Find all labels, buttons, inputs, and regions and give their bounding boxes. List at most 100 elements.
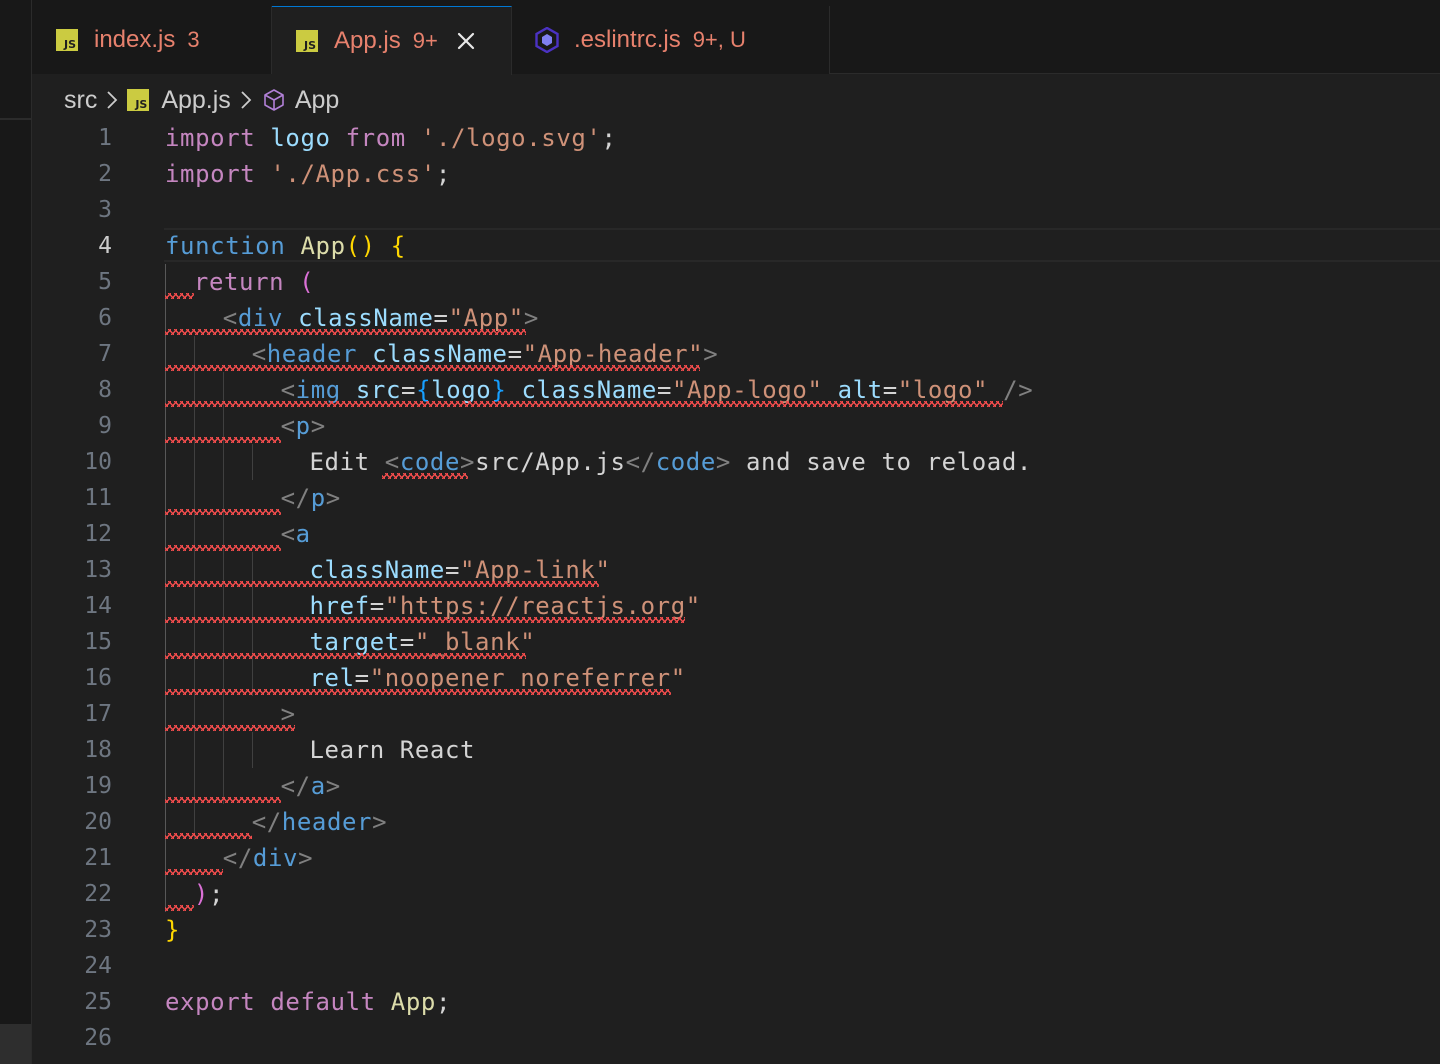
line-number[interactable]: 3 — [32, 192, 112, 228]
code-token: () — [345, 232, 376, 260]
code-line[interactable]: 21 </div> — [32, 840, 1440, 876]
error-squiggle[interactable] — [165, 545, 281, 551]
code-token: className — [521, 376, 657, 404]
code-line[interactable]: 2 import './App.css'; — [32, 156, 1440, 192]
line-number[interactable]: 7 — [32, 336, 112, 372]
code-token: < — [280, 376, 296, 404]
code-text: Learn React — [310, 732, 476, 768]
error-squiggle[interactable] — [165, 329, 527, 335]
error-squiggle[interactable] — [165, 905, 194, 911]
code-line[interactable]: 4 function App() { — [32, 228, 1440, 264]
code-line[interactable]: 17 > — [32, 696, 1440, 732]
line-number[interactable]: 12 — [32, 516, 112, 552]
breadcrumb-file[interactable]: App.js — [161, 86, 230, 115]
line-number[interactable]: 9 — [32, 408, 112, 444]
tab-eslintrc-js[interactable]: .eslintrc.js 9+, U — [512, 6, 830, 74]
line-number[interactable]: 11 — [32, 480, 112, 516]
code-token: className — [309, 556, 445, 584]
line-number[interactable]: 8 — [32, 372, 112, 408]
error-squiggle[interactable] — [165, 509, 281, 515]
line-number[interactable]: 2 — [32, 156, 112, 192]
code-token: Learn React — [309, 736, 476, 764]
code-line[interactable]: 11 </p> — [32, 480, 1440, 516]
code-token: = — [882, 376, 898, 404]
line-number[interactable]: 5 — [32, 264, 112, 300]
code-token: ; — [435, 160, 451, 188]
code-line[interactable]: 7 <header className="App-header"> — [32, 336, 1440, 372]
code-editor[interactable]: 1 import logo from './logo.svg'; 2 import '… — [32, 120, 1440, 1064]
error-squiggle[interactable] — [165, 869, 223, 875]
line-number[interactable]: 1 — [32, 120, 112, 156]
line-number[interactable]: 23 — [32, 912, 112, 948]
code-token: = — [401, 376, 417, 404]
error-squiggle[interactable] — [165, 617, 686, 623]
line-number[interactable]: 4 — [32, 228, 112, 264]
error-squiggle[interactable] — [165, 581, 599, 587]
editor-window: JS index.js 3 JS App.js 9+ .eslintrc.js … — [0, 0, 1440, 1064]
code-line[interactable]: 26 — [32, 1020, 1440, 1056]
tab-index-js[interactable]: JS index.js 3 — [32, 6, 272, 74]
line-number[interactable]: 10 — [32, 444, 112, 480]
code-line[interactable]: 23} — [32, 912, 1440, 948]
error-squiggle[interactable] — [381, 473, 469, 479]
code-text: <p> — [281, 408, 326, 444]
line-number[interactable]: 16 — [32, 660, 112, 696]
code-line[interactable]: 5 return ( — [32, 264, 1440, 300]
code-line[interactable]: 15 target="_blank" — [32, 624, 1440, 660]
code-line[interactable]: 10 Edit <code>src/App.js</code> and save … — [32, 444, 1440, 480]
code-token: img — [295, 376, 341, 404]
close-icon[interactable] — [454, 29, 478, 53]
code-line[interactable]: 8 <img src={logo} className="App-logo" al… — [32, 372, 1440, 408]
eslint-file-icon — [534, 27, 560, 53]
code-line[interactable]: 22); — [32, 876, 1440, 912]
code-token: = — [399, 628, 415, 656]
error-squiggle[interactable] — [165, 401, 1004, 407]
line-number[interactable]: 15 — [32, 624, 112, 660]
code-token: /> — [1003, 376, 1034, 404]
line-number[interactable]: 21 — [32, 840, 112, 876]
error-squiggle[interactable] — [165, 797, 281, 803]
code-line[interactable]: 3 — [32, 192, 1440, 228]
code-line[interactable]: 6 <div className="App"> — [32, 300, 1440, 336]
line-number[interactable]: 26 — [32, 1020, 112, 1056]
code-line[interactable]: 9 <p> — [32, 408, 1440, 444]
error-squiggle[interactable] — [165, 293, 194, 299]
code-line[interactable]: 18 Learn React — [32, 732, 1440, 768]
code-line[interactable]: 25 export default App; — [32, 984, 1440, 1020]
error-squiggle[interactable] — [165, 689, 671, 695]
line-number[interactable]: 25 — [32, 984, 112, 1020]
code-token: </ — [280, 772, 311, 800]
line-number[interactable]: 18 — [32, 732, 112, 768]
line-number[interactable]: 6 — [32, 300, 112, 336]
breadcrumb-folder[interactable]: src — [64, 86, 97, 115]
indent-guide — [222, 732, 224, 768]
error-squiggle[interactable] — [165, 365, 700, 371]
breadcrumb-symbol[interactable]: App — [295, 86, 339, 115]
line-number[interactable]: 17 — [32, 696, 112, 732]
error-squiggle[interactable] — [165, 725, 296, 731]
line-number[interactable]: 14 — [32, 588, 112, 624]
line-number[interactable]: 20 — [32, 804, 112, 840]
line-number[interactable]: 24 — [32, 948, 112, 984]
code-line[interactable]: 1 import logo from './logo.svg'; — [32, 120, 1440, 156]
code-token: } — [165, 916, 181, 944]
code-line[interactable]: 12 <a — [32, 516, 1440, 552]
line-number[interactable]: 13 — [32, 552, 112, 588]
code-line[interactable]: 13 className="App-link" — [32, 552, 1440, 588]
js-file-icon: JS — [296, 30, 318, 52]
line-number[interactable]: 22 — [32, 876, 112, 912]
code-line[interactable]: 16 rel="noopener noreferrer" — [32, 660, 1440, 696]
code-token: target — [309, 628, 400, 656]
code-text: function App() { — [165, 228, 406, 264]
error-squiggle[interactable] — [165, 833, 252, 839]
code-token: ; — [435, 988, 451, 1016]
code-line[interactable]: 14 href="https://reactjs.org" — [32, 588, 1440, 624]
line-number[interactable]: 19 — [32, 768, 112, 804]
error-squiggle[interactable] — [165, 437, 281, 443]
code-line[interactable]: 19 </a> — [32, 768, 1440, 804]
tab-app-js[interactable]: JS App.js 9+ — [272, 6, 512, 75]
error-squiggle[interactable] — [165, 653, 527, 659]
code-line[interactable]: 24 — [32, 948, 1440, 984]
code-line[interactable]: 20 </header> — [32, 804, 1440, 840]
